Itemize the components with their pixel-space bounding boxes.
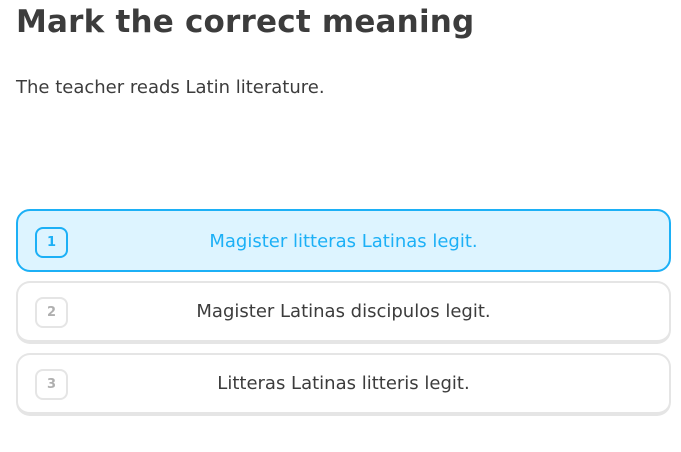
option-label: Magister litteras Latinas legit.: [209, 231, 478, 252]
answer-options: 1 Magister litteras Latinas legit. 2 Mag…: [16, 209, 671, 425]
option-number-badge: 3: [35, 369, 68, 400]
answer-option-2[interactable]: 2 Magister Latinas discipulos legit.: [16, 281, 671, 344]
answer-option-3[interactable]: 3 Litteras Latinas litteris legit.: [16, 353, 671, 416]
option-number-badge: 1: [35, 227, 68, 258]
option-number-badge: 2: [35, 297, 68, 328]
option-label: Litteras Latinas litteris legit.: [217, 373, 470, 394]
option-label: Magister Latinas discipulos legit.: [196, 301, 491, 322]
prompt-sentence: The teacher reads Latin literature.: [16, 77, 325, 98]
answer-option-1[interactable]: 1 Magister litteras Latinas legit.: [16, 209, 671, 272]
page-title: Mark the correct meaning: [16, 4, 475, 40]
